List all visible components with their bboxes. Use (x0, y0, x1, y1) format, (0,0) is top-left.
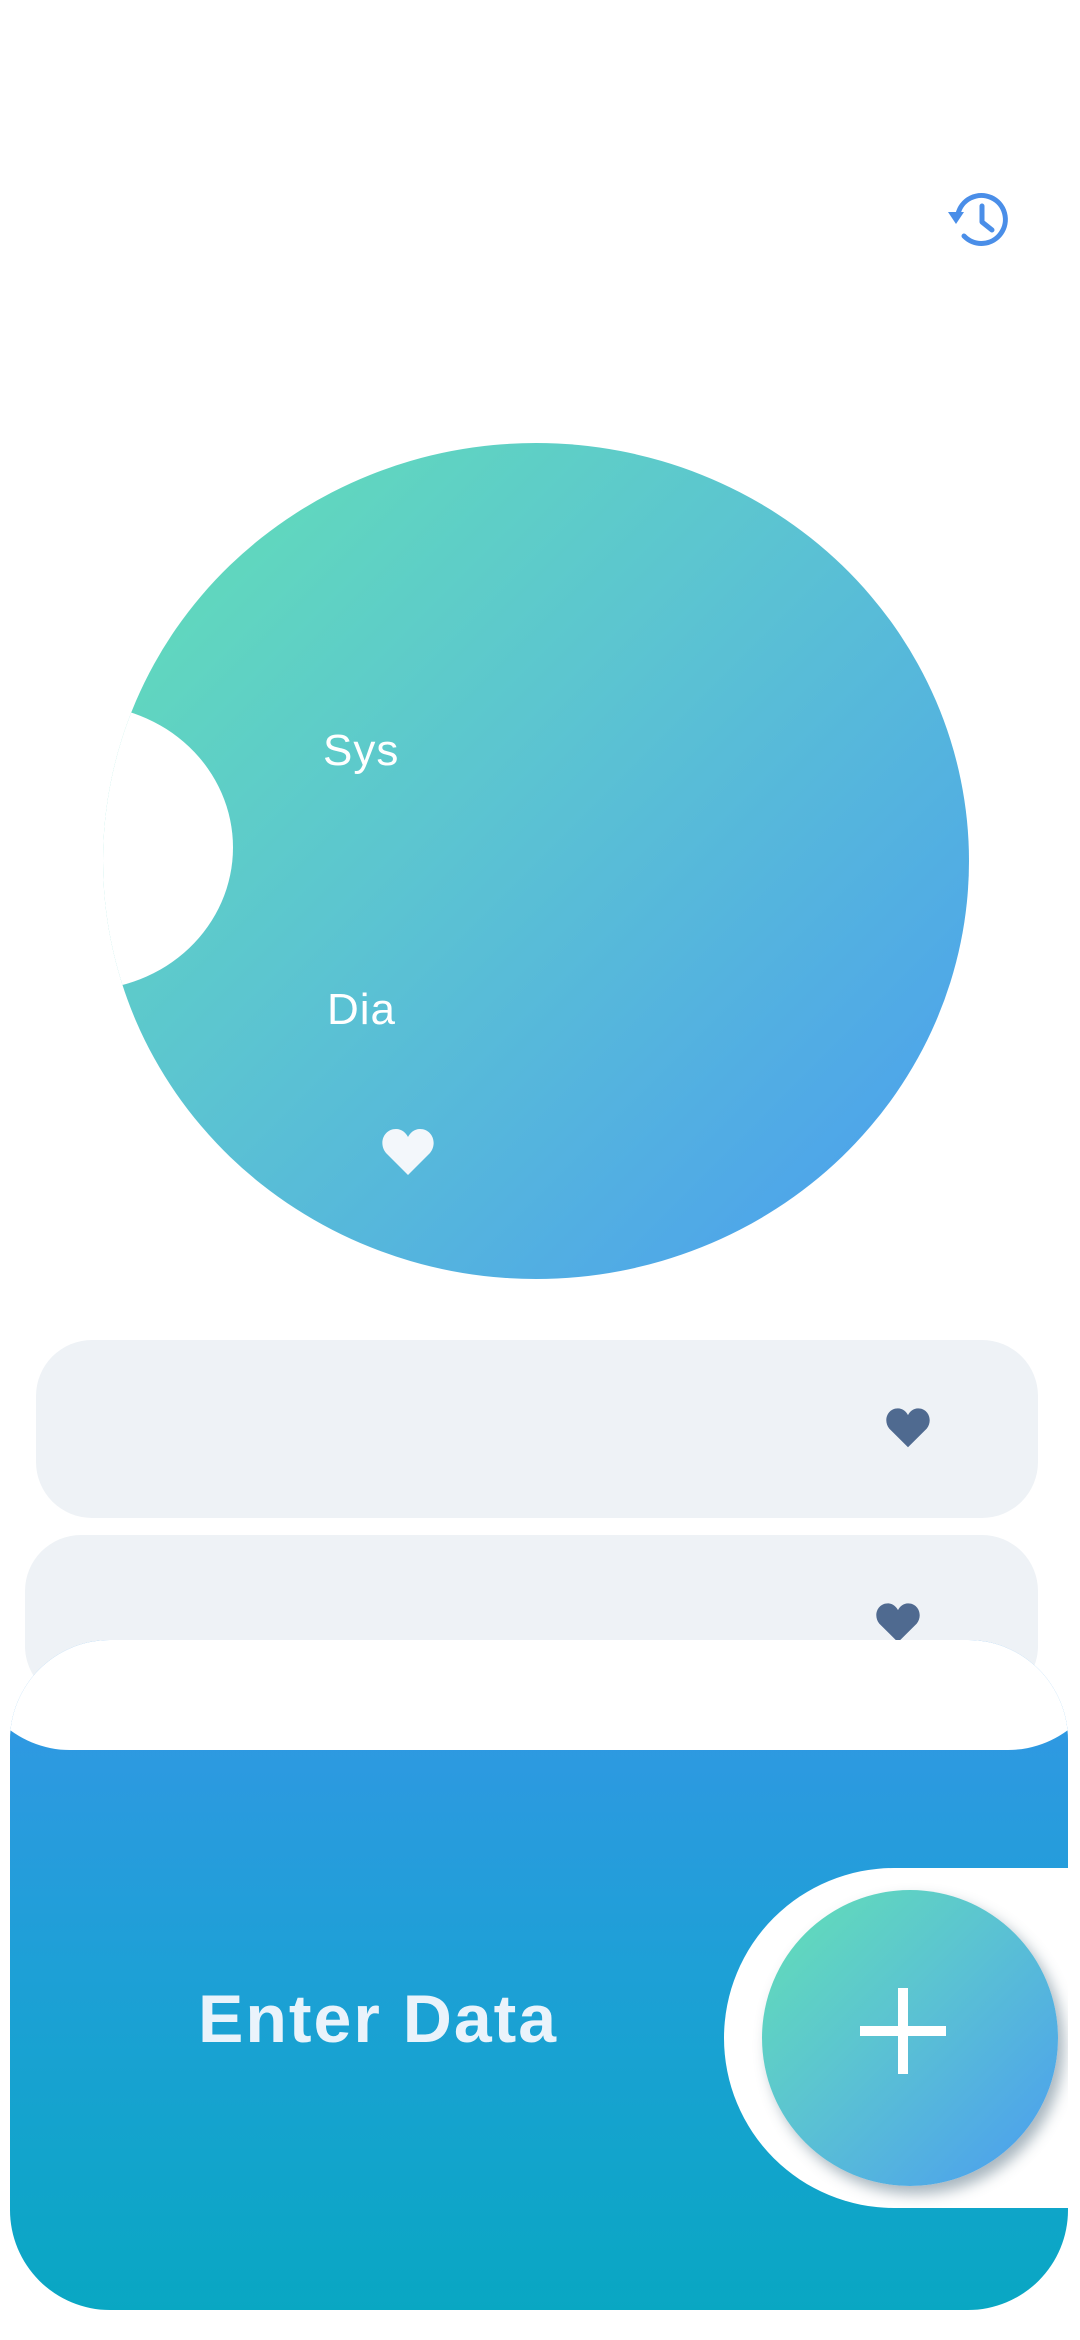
enter-data-label: Enter Data (198, 1981, 559, 2057)
circle-notch (103, 705, 233, 990)
panel-cutout (10, 1640, 1068, 1750)
heart-icon (382, 1129, 434, 1175)
history-button[interactable] (938, 178, 1022, 262)
reading-circle (103, 443, 969, 1279)
plus-icon (860, 1988, 946, 2074)
reading-row[interactable] (36, 1340, 1038, 1518)
bottom-panel: Enter Data (10, 1640, 1068, 2310)
heart-icon (876, 1603, 920, 1643)
diastolic-label: Dia (327, 985, 397, 1034)
systolic-label: Sys (323, 726, 400, 775)
add-button[interactable] (762, 1890, 1058, 2186)
screen: Sys Dia Enter Data (0, 0, 1080, 2340)
heart-icon (886, 1408, 930, 1448)
history-icon (948, 192, 1008, 246)
